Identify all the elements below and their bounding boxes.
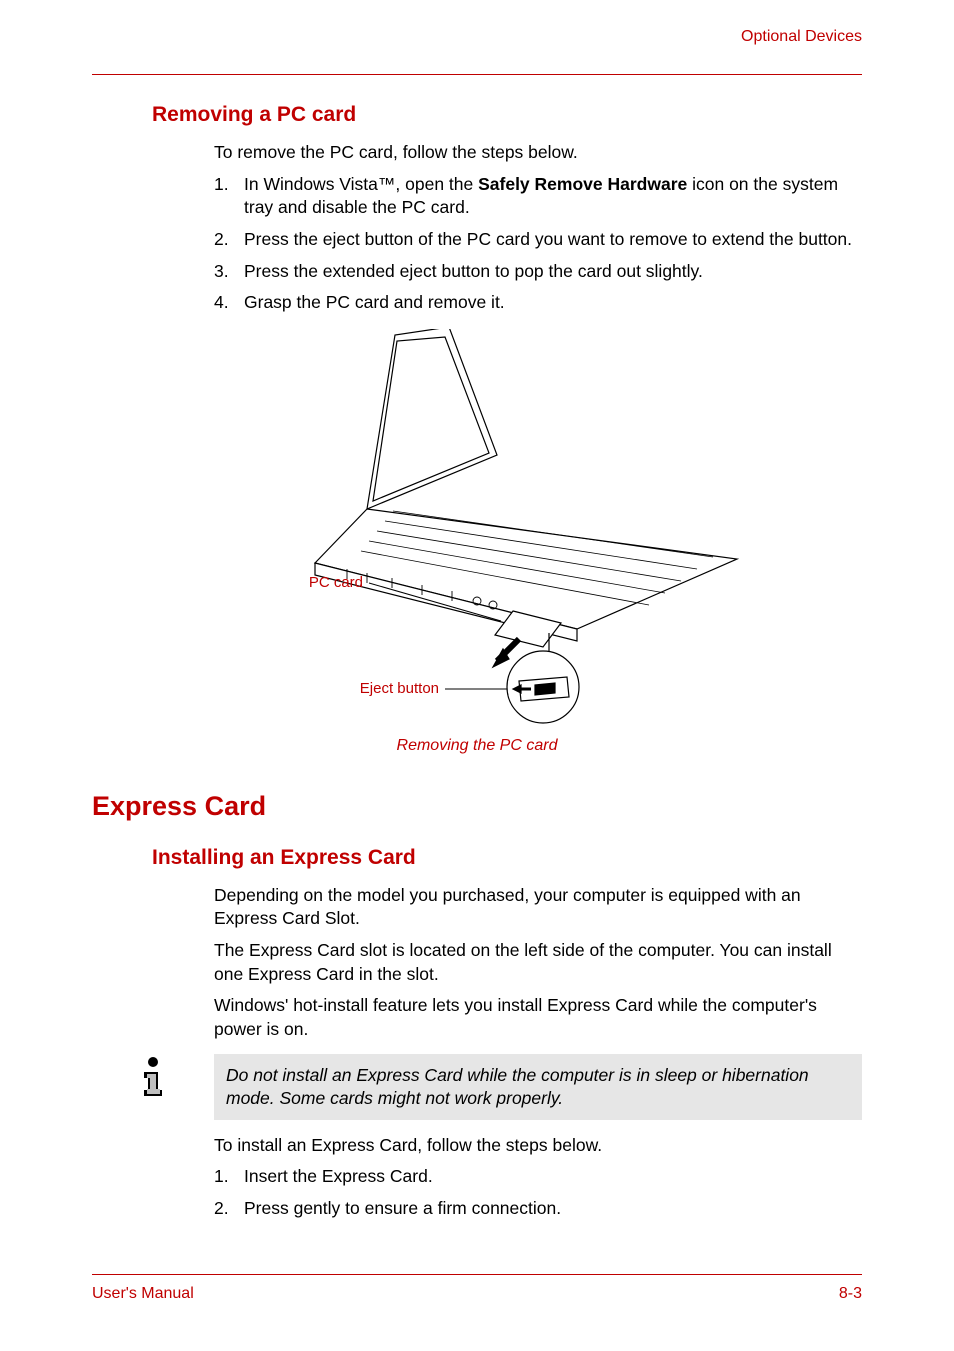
step-text: Insert the Express Card.: [244, 1166, 433, 1186]
footer-rule: [92, 1274, 862, 1275]
paragraph: The Express Card slot is located on the …: [214, 939, 862, 986]
step-number: 2.: [214, 1197, 229, 1221]
footer-page-number: 8-3: [839, 1285, 862, 1303]
step-item: 1. In Windows Vista™, open the Safely Re…: [214, 173, 862, 220]
step-list-install: 1. Insert the Express Card. 2. Press gen…: [214, 1165, 862, 1220]
page-footer: User's Manual 8-3: [92, 1274, 862, 1303]
step-number: 1.: [214, 1165, 229, 1189]
paragraph: To install an Express Card, follow the s…: [214, 1134, 862, 1158]
step-item: 4. Grasp the PC card and remove it.: [214, 291, 862, 315]
heading-removing-pc-card: Removing a PC card: [152, 103, 862, 127]
step-list-remove: 1. In Windows Vista™, open the Safely Re…: [214, 173, 862, 315]
info-icon-cell: [92, 1054, 214, 1098]
figure-removing-pc-card: PC card Eject button: [92, 329, 862, 729]
callout-eject-button: Eject button: [360, 680, 439, 697]
laptop-illustration: PC card Eject button: [197, 329, 757, 724]
step-text: Grasp the PC card and remove it.: [244, 292, 505, 312]
paragraph: Depending on the model you purchased, yo…: [214, 884, 862, 931]
step-text: Press the extended eject button to pop t…: [244, 261, 703, 281]
footer-manual-label: User's Manual: [92, 1285, 194, 1303]
note-text: Do not install an Express Card while the…: [214, 1054, 862, 1120]
step-text: Press the eject button of the PC card yo…: [244, 229, 852, 249]
header-rule: [92, 74, 862, 75]
step-number: 3.: [214, 260, 229, 284]
step-number: 4.: [214, 291, 229, 315]
step-number: 2.: [214, 228, 229, 252]
step-text: In Windows Vista™, open the Safely Remov…: [244, 174, 838, 218]
note-block: Do not install an Express Card while the…: [92, 1054, 862, 1120]
info-icon: [136, 1056, 170, 1098]
step-item: 3. Press the extended eject button to po…: [214, 260, 862, 284]
page-header: Optional Devices: [92, 28, 862, 50]
callout-pc-card: PC card: [309, 574, 363, 591]
header-section-label: Optional Devices: [741, 28, 862, 46]
figure-caption: Removing the PC card: [92, 737, 862, 755]
page: Optional Devices Removing a PC card To r…: [0, 0, 954, 1351]
step-item: 2. Press gently to ensure a firm connect…: [214, 1197, 862, 1221]
heading-express-card: Express Card: [92, 791, 862, 822]
step-text: Press gently to ensure a firm connection…: [244, 1198, 561, 1218]
step-item: 2. Press the eject button of the PC card…: [214, 228, 862, 252]
heading-installing-express-card: Installing an Express Card: [152, 846, 862, 870]
step-item: 1. Insert the Express Card.: [214, 1165, 862, 1189]
step-number: 1.: [214, 173, 229, 197]
paragraph: Windows' hot-install feature lets you in…: [214, 994, 862, 1041]
intro-paragraph: To remove the PC card, follow the steps …: [214, 141, 862, 165]
